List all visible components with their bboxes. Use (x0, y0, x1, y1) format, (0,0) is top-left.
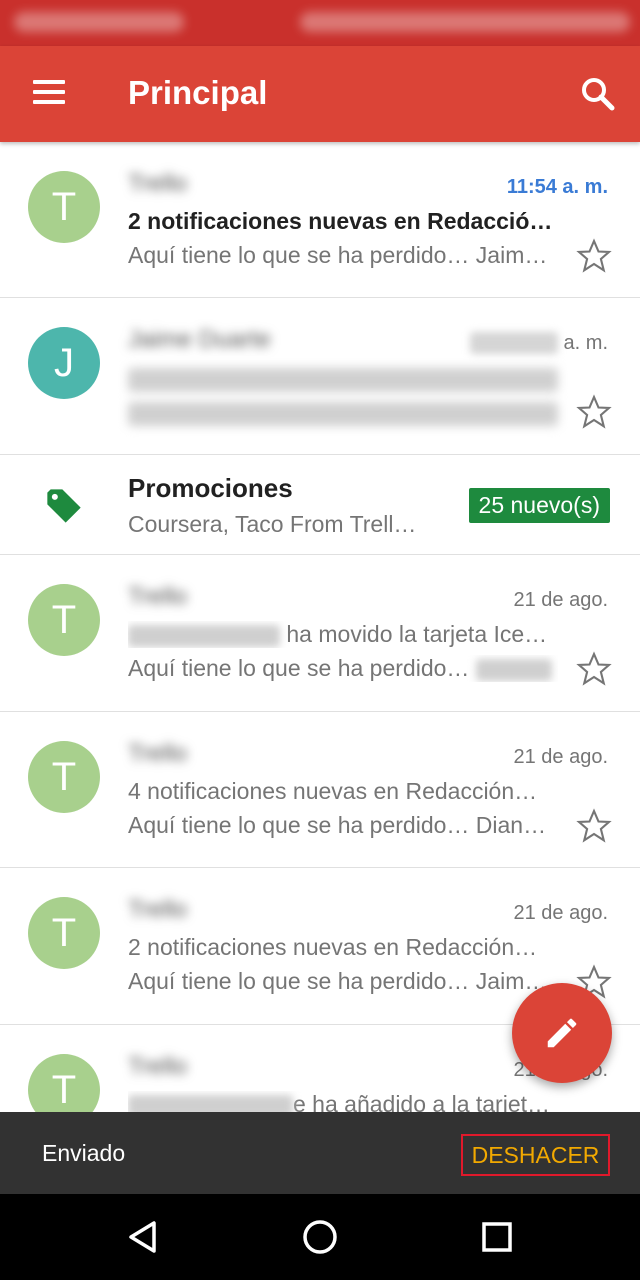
email-row[interactable]: T Trello 21 de ago. 4 notificaciones nue… (0, 712, 640, 868)
email-preview: Aquí tiene lo que se ha perdido… Diana… (128, 812, 558, 838)
avatar: T (28, 741, 100, 813)
email-subject: e ha añadido a la tariet… (128, 1091, 558, 1112)
menu-icon (33, 80, 65, 84)
email-subject-text: e ha añadido a la tariet… (293, 1091, 551, 1112)
avatar: T (28, 171, 100, 243)
email-sender: Trello (128, 1053, 188, 1080)
star-icon[interactable] (576, 651, 612, 687)
app-bar: Principal (0, 46, 640, 142)
blurred-name (475, 658, 552, 681)
email-sender: Trello (128, 740, 188, 767)
tag-icon (47, 489, 81, 523)
system-nav-bar (0, 1194, 640, 1280)
status-bar (0, 0, 640, 46)
home-icon (303, 1220, 337, 1254)
email-preview: Aquí tiene lo que se ha perdido… (128, 655, 558, 682)
email-list[interactable]: T Trello 11:54 a. m. 2 notificaciones nu… (0, 142, 640, 1112)
email-time: 11:54 a. m. (506, 176, 608, 198)
blurred-name (128, 1094, 293, 1112)
pencil-icon (547, 1018, 577, 1048)
undo-button[interactable]: DESHACER (461, 1134, 610, 1176)
promotions-row[interactable]: Promociones Coursera, Taco From Trell… 2… (0, 455, 640, 555)
search-icon (582, 78, 615, 111)
back-button[interactable] (120, 1214, 166, 1260)
star-icon[interactable] (576, 394, 612, 430)
star-icon[interactable] (576, 238, 612, 274)
email-row[interactable]: T Trello 11:54 a. m. 2 notificaciones nu… (0, 142, 640, 298)
snackbar: Enviado DESHACER (0, 1112, 640, 1194)
compose-button[interactable] (512, 983, 612, 1083)
email-subject: ha movido la tarjeta Ice… (128, 621, 558, 648)
email-time: 21 de ago. (513, 902, 608, 924)
email-row[interactable]: T Trello 21 de ago. ha movido la tarjeta… (0, 555, 640, 712)
email-subject: 4 notificaciones nuevas en Redacción… (128, 778, 538, 804)
star-icon[interactable] (576, 808, 612, 844)
status-icons-left (14, 12, 184, 32)
email-sender: Trello (128, 583, 188, 610)
email-time: a. m. (563, 332, 608, 354)
avatar: T (28, 897, 100, 969)
blurred-name (128, 624, 280, 647)
email-subject-blurred (128, 368, 558, 392)
email-time-blurred (470, 332, 558, 354)
email-sender: Trello (128, 896, 188, 923)
email-sender: Trello (128, 170, 188, 197)
home-button[interactable] (297, 1214, 343, 1260)
search-button[interactable] (578, 74, 618, 114)
promotions-preview: Coursera, Taco From Trell… (128, 511, 417, 537)
email-time: 21 de ago. (513, 746, 608, 768)
page-title: Principal (128, 74, 268, 111)
email-sender: Jaime Duarte (128, 326, 271, 353)
recents-icon (482, 1222, 512, 1252)
email-preview-text: Aquí tiene lo que se ha perdido… (128, 655, 470, 681)
recents-button[interactable] (474, 1214, 520, 1260)
email-row[interactable]: J Jaime Duarte a. m. (0, 298, 640, 455)
back-icon (129, 1221, 156, 1253)
promotions-badge: 25 nuevo(s) (468, 488, 610, 523)
menu-button[interactable] (30, 78, 70, 110)
email-time: 21 de ago. (513, 589, 608, 611)
avatar: T (28, 584, 100, 656)
email-preview-blurred (128, 402, 558, 426)
email-subject-text: ha movido la tarjeta Ice… (286, 621, 548, 647)
email-preview: Aquí tiene lo que se ha perdido… Jaime… (128, 968, 558, 994)
email-preview: Aquí tiene lo que se ha perdido… Jaime… (128, 242, 558, 268)
snackbar-message: Enviado (42, 1140, 126, 1166)
email-subject: 2 notificaciones nuevas en Redacción… (128, 934, 538, 960)
avatar: T (28, 1054, 100, 1112)
promotions-title: Promociones (128, 473, 293, 503)
avatar: J (28, 327, 100, 399)
email-subject: 2 notificaciones nuevas en Redacció… (128, 208, 553, 234)
status-icons-right (300, 12, 630, 32)
